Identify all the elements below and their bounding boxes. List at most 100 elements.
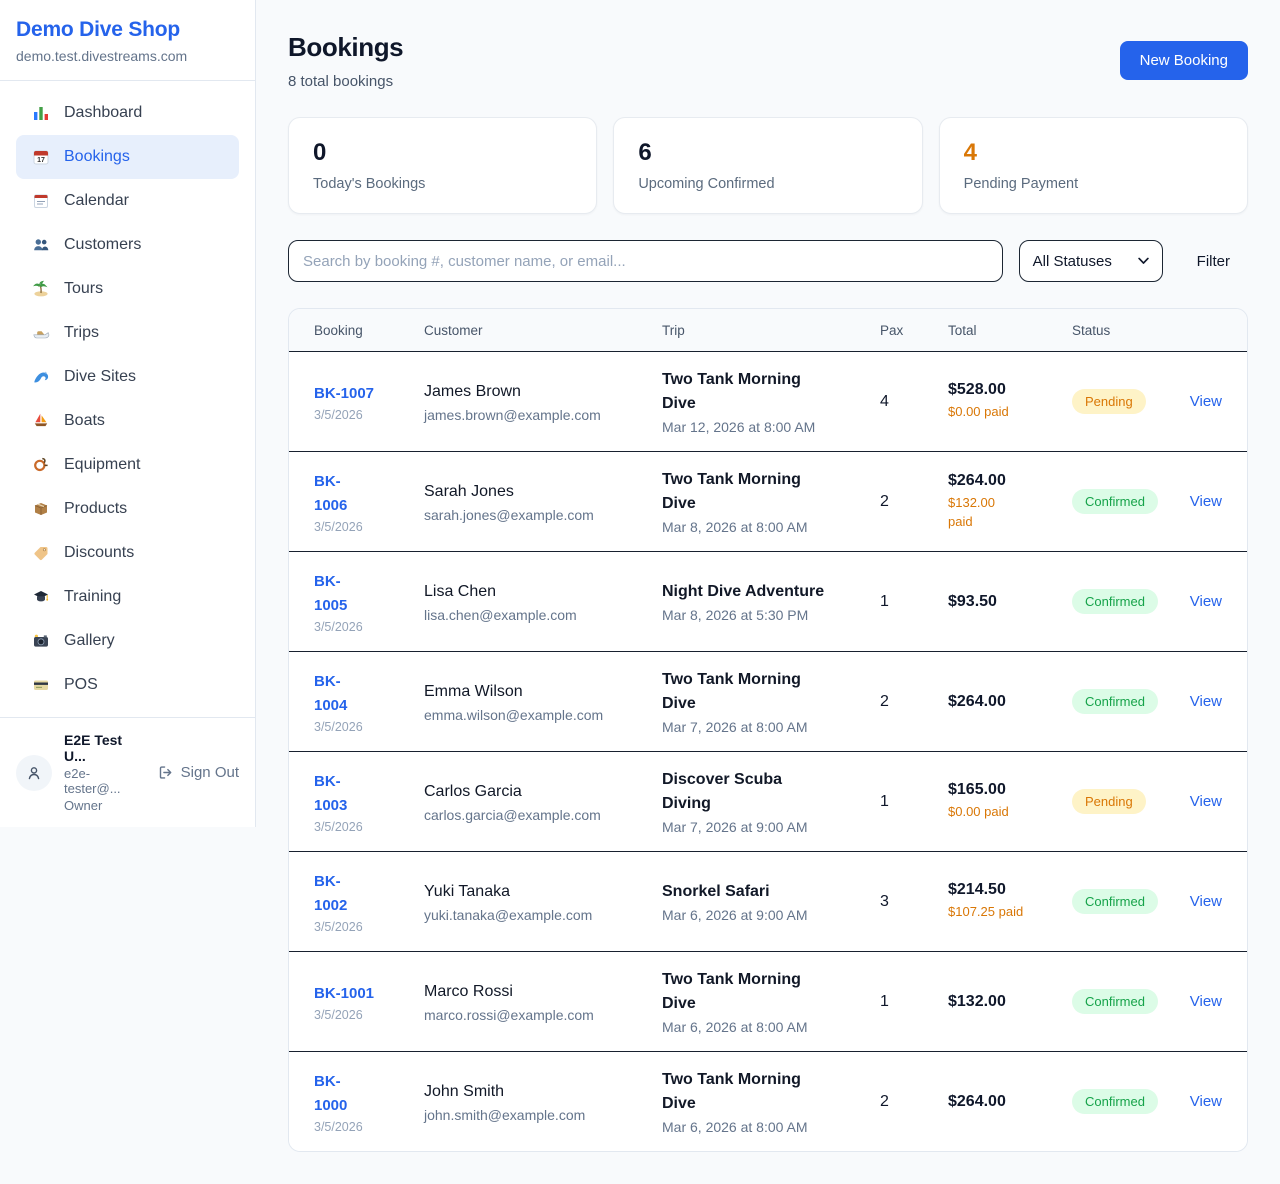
- table-body: BK-1007 3/5/2026 James Brown james.brown…: [289, 351, 1247, 1151]
- actions-cell: View: [1186, 693, 1222, 711]
- view-link[interactable]: View: [1190, 1093, 1222, 1110]
- booking-id-link[interactable]: BK- 1006: [314, 470, 347, 518]
- sidebar-item-dive-sites[interactable]: Dive Sites: [16, 355, 239, 399]
- sidebar-item-dashboard[interactable]: Dashboard: [16, 91, 239, 135]
- booking-id-link[interactable]: BK-1007: [314, 382, 374, 406]
- view-link[interactable]: View: [1190, 793, 1222, 810]
- sidebar-item-equipment[interactable]: Equipment: [16, 443, 239, 487]
- booking-created-date: 3/5/2026: [314, 520, 424, 534]
- view-link[interactable]: View: [1190, 993, 1222, 1010]
- camera-icon: [32, 632, 50, 650]
- trip-datetime: Mar 6, 2026 at 8:00 AM: [662, 1019, 880, 1035]
- stat-label: Today's Bookings: [313, 176, 572, 192]
- sidebar-item-label: Training: [64, 588, 121, 606]
- status-cell: Confirmed: [1072, 989, 1186, 1014]
- customer-cell: Yuki Tanaka yuki.tanaka@example.com: [424, 880, 662, 922]
- filter-button[interactable]: Filter: [1179, 253, 1248, 270]
- sidebar-item-pos[interactable]: POS: [16, 663, 239, 707]
- customer-email: john.smith@example.com: [424, 1107, 662, 1123]
- customer-email: yuki.tanaka@example.com: [424, 907, 662, 923]
- sidebar-item-label: Tours: [64, 280, 103, 298]
- sidebar-item-training[interactable]: Training: [16, 575, 239, 619]
- booking-created-date: 3/5/2026: [314, 720, 424, 734]
- customer-cell: Lisa Chen lisa.chen@example.com: [424, 580, 662, 622]
- actions-cell: View: [1186, 893, 1222, 911]
- sidebar-item-discounts[interactable]: Discounts: [16, 531, 239, 575]
- customer-email: emma.wilson@example.com: [424, 707, 662, 723]
- pax-value: 2: [880, 493, 948, 511]
- sidebar-item-customers[interactable]: Customers: [16, 223, 239, 267]
- booking-cell: BK-1007 3/5/2026: [314, 382, 424, 422]
- speedboat-icon: [32, 324, 50, 342]
- sidebar-item-label: Boats: [64, 412, 105, 430]
- svg-text:17: 17: [37, 157, 45, 164]
- sidebar-item-label: Dive Sites: [64, 368, 136, 386]
- stat-card-todays-bookings: 0 Today's Bookings: [288, 117, 597, 214]
- user-role: Owner: [64, 798, 145, 813]
- column-header-pax: Pax: [880, 323, 948, 338]
- booking-id-link[interactable]: BK- 1005: [314, 570, 347, 618]
- sidebar-item-boats[interactable]: Boats: [16, 399, 239, 443]
- customer-cell: Emma Wilson emma.wilson@example.com: [424, 680, 662, 722]
- sidebar-item-label: Trips: [64, 324, 99, 342]
- booking-created-date: 3/5/2026: [314, 620, 424, 634]
- table-row: BK- 1005 3/5/2026 Lisa Chen lisa.chen@ex…: [289, 551, 1247, 651]
- tearoff-calendar-icon: [32, 192, 50, 210]
- status-cell: Confirmed: [1072, 689, 1186, 714]
- trip-cell: Two Tank Morning Dive Mar 6, 2026 at 8:0…: [662, 968, 880, 1035]
- search-input[interactable]: [288, 240, 1003, 282]
- customer-cell: James Brown james.brown@example.com: [424, 380, 662, 422]
- view-link[interactable]: View: [1190, 493, 1222, 510]
- booking-id-link[interactable]: BK- 1003: [314, 770, 347, 818]
- sidebar-item-products[interactable]: Products: [16, 487, 239, 531]
- main-content: Bookings 8 total bookings New Booking 0 …: [256, 0, 1280, 1184]
- trip-datetime: Mar 6, 2026 at 9:00 AM: [662, 907, 880, 923]
- total-cell: $264.00 $132.00 paid: [948, 472, 1072, 530]
- sidebar-item-gallery[interactable]: Gallery: [16, 619, 239, 663]
- person-icon: [25, 764, 43, 782]
- stat-label: Upcoming Confirmed: [638, 176, 897, 192]
- status-cell: Pending: [1072, 789, 1186, 814]
- trip-name: Discover Scuba Diving: [662, 768, 842, 816]
- view-link[interactable]: View: [1190, 393, 1222, 410]
- total-cell: $264.00: [948, 693, 1072, 711]
- sign-out-button[interactable]: Sign Out: [157, 764, 239, 781]
- view-link[interactable]: View: [1190, 893, 1222, 910]
- total-amount: $264.00: [948, 693, 1072, 711]
- sidebar-item-calendar[interactable]: Calendar: [16, 179, 239, 223]
- total-amount: $93.50: [948, 593, 1072, 611]
- stat-card-upcoming-confirmed: 6 Upcoming Confirmed: [613, 117, 922, 214]
- sidebar-item-bookings[interactable]: 17 Bookings: [16, 135, 239, 179]
- divider: [0, 80, 255, 81]
- trip-cell: Discover Scuba Diving Mar 7, 2026 at 9:0…: [662, 768, 880, 835]
- trip-name: Two Tank Morning Dive: [662, 968, 842, 1016]
- customer-name: James Brown: [424, 380, 662, 403]
- column-header-status: Status: [1072, 323, 1186, 338]
- status-select[interactable]: All Statuses: [1019, 240, 1163, 282]
- page-title: Bookings: [288, 32, 403, 63]
- customer-email: sarah.jones@example.com: [424, 507, 662, 523]
- customer-email: carlos.garcia@example.com: [424, 807, 662, 823]
- sidebar-item-tours[interactable]: Tours: [16, 267, 239, 311]
- table-header-row: Booking Customer Trip Pax Total Status: [289, 309, 1247, 351]
- booking-id-link[interactable]: BK- 1000: [314, 1070, 347, 1118]
- new-booking-button[interactable]: New Booking: [1120, 41, 1248, 80]
- package-icon: [32, 500, 50, 518]
- filter-bar: All Statuses Filter: [288, 240, 1248, 282]
- sign-out-label: Sign Out: [181, 764, 239, 781]
- booking-id-link[interactable]: BK- 1004: [314, 670, 347, 718]
- booking-id-link[interactable]: BK- 1002: [314, 870, 347, 918]
- sign-out-icon: [157, 764, 174, 781]
- view-link[interactable]: View: [1190, 693, 1222, 710]
- booking-id-link[interactable]: BK-1001: [314, 982, 374, 1006]
- sidebar-item-trips[interactable]: Trips: [16, 311, 239, 355]
- brand-domain: demo.test.divestreams.com: [16, 48, 239, 64]
- column-header-customer: Customer: [424, 323, 662, 338]
- column-header-trip: Trip: [662, 323, 880, 338]
- column-header-booking: Booking: [314, 323, 424, 338]
- pax-value: 2: [880, 693, 948, 711]
- total-amount: $528.00: [948, 381, 1072, 399]
- trip-name: Snorkel Safari: [662, 880, 842, 904]
- view-link[interactable]: View: [1190, 593, 1222, 610]
- brand: Demo Dive Shop demo.test.divestreams.com: [16, 18, 239, 64]
